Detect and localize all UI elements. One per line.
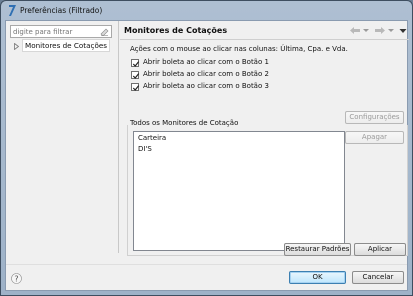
checkmark-icon xyxy=(132,73,140,79)
dialog-client-area: Monitores de Cotações Monitores de Cotaç… xyxy=(5,20,409,291)
mouse-actions-description: Ações com o mouse ao clicar nas colunas:… xyxy=(130,45,348,53)
configure-button[interactable]: Configurações xyxy=(345,111,404,124)
pane-sash[interactable] xyxy=(118,21,119,253)
window-title: Preferências (Filtrado) xyxy=(20,6,103,15)
checkmark-icon xyxy=(132,85,140,91)
title-bar[interactable]: Preferências (Filtrado) xyxy=(1,1,412,20)
list-item-carteira[interactable]: Carteira xyxy=(138,134,166,142)
tree-item-monitores-de-cotacoes[interactable]: Monitores de Cotações xyxy=(22,39,111,52)
checkbox-box[interactable] xyxy=(131,59,140,67)
cancel-button[interactable]: Cancelar xyxy=(352,271,404,284)
checkbox-label[interactable]: Abrir boleta ao clicar com o Botão 3 xyxy=(143,82,269,90)
filter-input[interactable] xyxy=(13,26,99,37)
checkbox-label[interactable]: Abrir boleta ao clicar com o Botão 1 xyxy=(143,58,269,66)
preferences-dialog: Preferências (Filtrado) Monitores de Cot… xyxy=(0,0,413,296)
list-item-dis[interactable]: DI'S xyxy=(138,145,152,153)
restore-defaults-button[interactable]: Restaurar Padrões xyxy=(284,243,351,256)
app-logo-icon xyxy=(9,5,16,16)
page-title: Monitores de Cotações xyxy=(124,26,228,35)
checkmark-icon xyxy=(132,61,140,67)
clear-filter-icon[interactable] xyxy=(100,27,109,36)
apply-button[interactable]: Aplicar xyxy=(354,243,406,256)
forward-arrow-icon[interactable] xyxy=(374,26,394,35)
header-separator xyxy=(120,39,409,40)
view-menu-icon[interactable] xyxy=(399,26,407,35)
filter-field[interactable] xyxy=(10,25,112,38)
ok-button[interactable]: OK xyxy=(289,271,346,284)
dialog-button-bar xyxy=(6,264,407,290)
help-icon[interactable]: ? xyxy=(11,273,22,284)
checkbox-box[interactable] xyxy=(131,83,140,91)
tree-expand-icon[interactable] xyxy=(14,43,19,50)
back-arrow-icon[interactable] xyxy=(349,26,369,35)
delete-button[interactable]: Apagar xyxy=(345,131,404,144)
monitors-group-title: Todos os Monitores de Cotação xyxy=(130,119,242,127)
checkbox-box[interactable] xyxy=(131,71,140,79)
checkbox-label[interactable]: Abrir boleta ao clicar com o Botão 2 xyxy=(143,70,269,78)
svg-text:?: ? xyxy=(14,274,18,283)
monitors-list[interactable]: Carteira DI'S xyxy=(133,131,345,251)
